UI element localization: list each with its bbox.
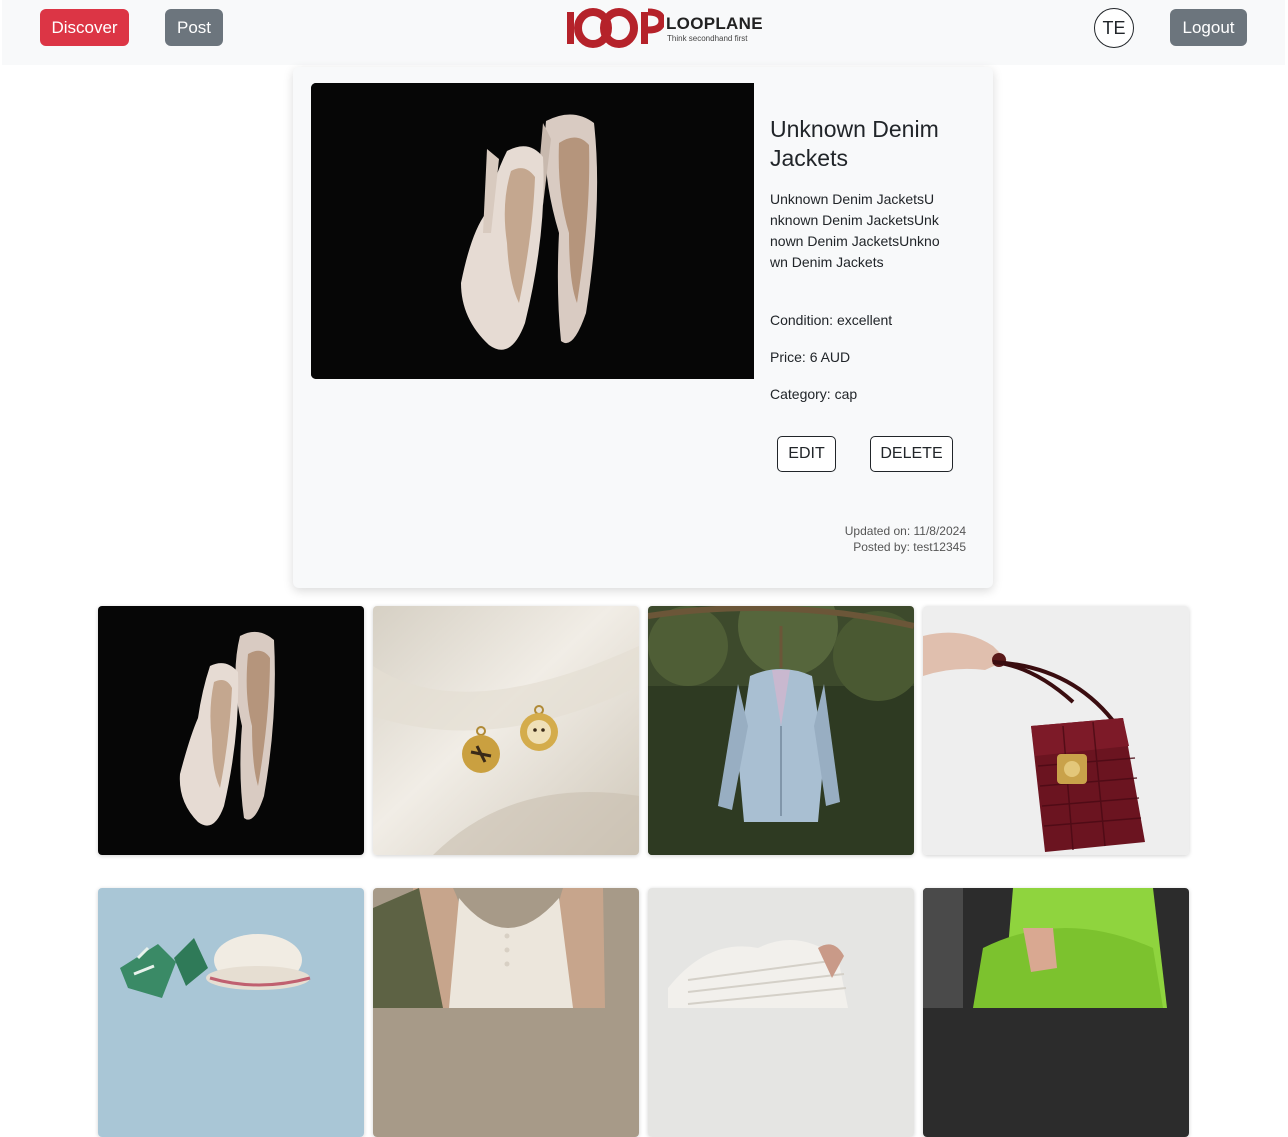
user-avatar[interactable]: TE [1094, 8, 1134, 48]
updated-value: 11/8/2024 [913, 524, 967, 538]
navbar: Discover Post LOOPLANE Think secondhand … [2, 0, 1285, 65]
price-value: 6 AUD [809, 349, 851, 365]
blue-blazer-thumbnail [648, 606, 914, 855]
listing-tile-bow-accessory[interactable] [98, 888, 364, 1137]
listing-tile-white-knit[interactable] [648, 888, 914, 1137]
white-knit-thumbnail [648, 888, 914, 1137]
edit-button[interactable]: EDIT [777, 436, 836, 472]
green-bag-thumbnail [923, 888, 1189, 1137]
listing-tile-tank-top[interactable] [373, 888, 639, 1137]
updated-label: Updated on: [844, 524, 911, 538]
delete-button[interactable]: DELETE [870, 436, 953, 472]
condition-label: Condition: [770, 312, 834, 328]
posted-by: Posted by: test12345 [853, 540, 966, 554]
listing-title: Unknown Denim Jackets [770, 116, 939, 171]
listing-main-photo [311, 83, 754, 379]
listing-category: Category: cap [770, 386, 857, 402]
loop-logo-mark [567, 8, 664, 48]
gold-earrings-thumbnail [373, 606, 639, 855]
tank-top-thumbnail [373, 888, 639, 1137]
discover-button[interactable]: Discover [40, 9, 129, 46]
white-heels-thumbnail [98, 606, 364, 855]
listing-tile-croc-handbag[interactable] [923, 606, 1189, 855]
bow-accessory-thumbnail [98, 888, 364, 1137]
croc-handbag-thumbnail [923, 606, 1189, 855]
condition-value: excellent [836, 312, 893, 328]
logout-button[interactable]: Logout [1170, 9, 1247, 46]
logo-name: LOOPLANE [666, 14, 763, 33]
posted-value: test12345 [913, 540, 966, 554]
listing-description: Unknown Denim JacketsUnknown Denim Jacke… [770, 191, 940, 270]
price-label: Price: [770, 349, 806, 365]
white-heels-image [311, 83, 754, 379]
post-button[interactable]: Post [165, 9, 223, 46]
category-value: cap [834, 386, 858, 402]
category-label: Category: [770, 386, 831, 402]
listing-condition: Condition: excellent [770, 312, 892, 328]
posted-label: Posted by: [853, 540, 910, 554]
listing-price: Price: 6 AUD [770, 349, 850, 365]
listing-tile-gold-earrings[interactable] [373, 606, 639, 855]
looplane-logo[interactable]: LOOPLANE Think secondhand first [564, 8, 763, 48]
listing-detail-card: Unknown Denim Jackets Unknown Denim Jack… [293, 67, 993, 588]
listing-tile-blue-blazer[interactable] [648, 606, 914, 855]
listing-tile-white-heels[interactable] [98, 606, 364, 855]
logo-tagline: Think secondhand first [667, 34, 748, 43]
listing-tile-green-bag[interactable] [923, 888, 1189, 1137]
updated-on: Updated on: 11/8/2024 [845, 524, 966, 538]
